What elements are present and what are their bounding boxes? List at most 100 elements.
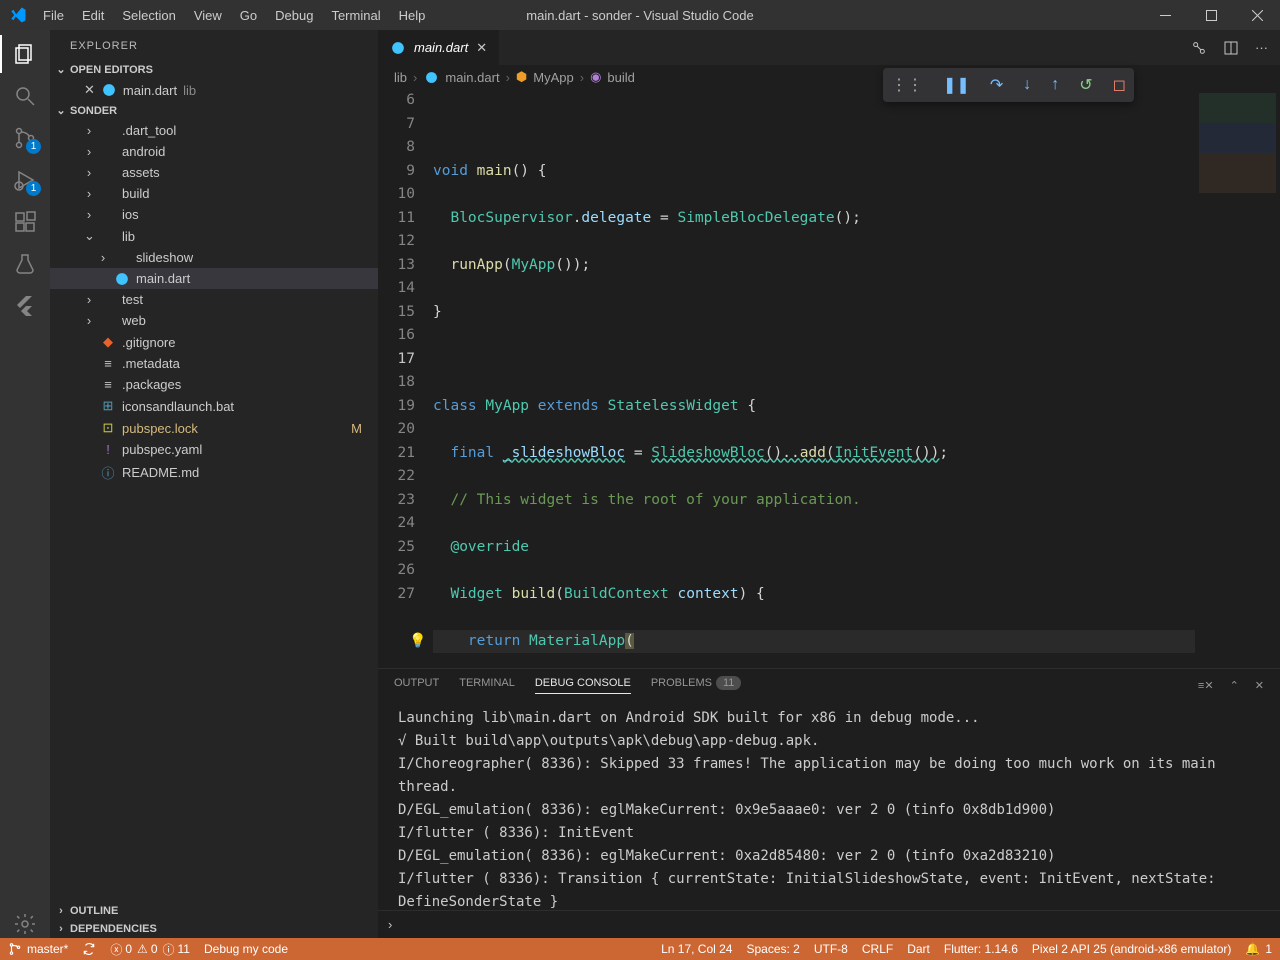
tree-item-test[interactable]: ›test (50, 289, 378, 310)
maximize-button[interactable] (1188, 0, 1234, 30)
lightbulb-icon[interactable]: 💡 (409, 630, 426, 654)
panel-close-icon[interactable]: ✕ (1255, 679, 1264, 692)
dart-icon (390, 41, 406, 55)
tab-terminal[interactable]: TERMINAL (459, 677, 515, 693)
menu-go[interactable]: Go (232, 4, 265, 27)
menu-debug[interactable]: Debug (267, 4, 321, 27)
tree-item-pubspec-lock[interactable]: ⊡pubspec.lockM (50, 417, 378, 439)
step-out-icon[interactable]: ↑ (1051, 76, 1059, 94)
tree-item-lib[interactable]: ⌄lib (50, 225, 378, 247)
dependencies-header[interactable]: ›DEPENDENCIES (50, 920, 378, 938)
tree-item-iconsandlaunch-bat[interactable]: ⊞iconsandlaunch.bat (50, 395, 378, 417)
split-editor-icon[interactable] (1223, 40, 1239, 56)
status-spaces[interactable]: Spaces: 2 (746, 942, 799, 956)
window-title: main.dart - sonder - Visual Studio Code (526, 8, 753, 23)
source-control-icon[interactable]: 1 (11, 124, 39, 152)
status-debug-config[interactable]: Debug my code (204, 942, 288, 956)
debug-icon[interactable]: 1 (11, 166, 39, 194)
tab-label: main.dart (414, 40, 468, 55)
extensions-icon[interactable] (11, 208, 39, 236)
menu-terminal[interactable]: Terminal (323, 4, 388, 27)
tree-item--metadata[interactable]: ≡.metadata (50, 353, 378, 374)
debug-console-input[interactable]: › (378, 910, 1280, 938)
tab-problems[interactable]: PROBLEMS11 (651, 677, 742, 693)
menu-edit[interactable]: Edit (74, 4, 112, 27)
bc-method[interactable]: build (607, 70, 634, 85)
flutter-icon[interactable] (11, 292, 39, 320)
open-editor-folder: lib (183, 83, 196, 98)
search-icon[interactable] (11, 82, 39, 110)
tree-item--packages[interactable]: ≡.packages (50, 374, 378, 395)
breadcrumb[interactable]: lib› main.dart› ⬢ MyApp› ◉ build (378, 65, 1280, 89)
panel-maximize-icon[interactable]: ⌃ (1230, 679, 1239, 692)
bc-file[interactable]: main.dart (445, 70, 499, 85)
bc-folder[interactable]: lib (394, 70, 407, 85)
menu-selection[interactable]: Selection (114, 4, 183, 27)
tree-item-pubspec-yaml[interactable]: !pubspec.yaml (50, 439, 378, 460)
close-button[interactable] (1234, 0, 1280, 30)
tree-item--gitignore[interactable]: ◆.gitignore (50, 331, 378, 353)
tree-item-main-dart[interactable]: main.dart (50, 268, 378, 289)
clear-console-icon[interactable]: ≡✕ (1198, 679, 1214, 692)
vscode-logo-icon (0, 6, 35, 24)
tab-debug-console[interactable]: DEBUG CONSOLE (535, 677, 631, 694)
settings-icon[interactable] (11, 910, 39, 938)
status-branch[interactable]: master* (8, 942, 68, 956)
status-encoding[interactable]: UTF-8 (814, 942, 848, 956)
tab-output[interactable]: OUTPUT (394, 677, 439, 693)
tree-item-build[interactable]: ›build (50, 183, 378, 204)
code-content[interactable]: void main() { BlocSupervisor.delegate = … (433, 89, 1195, 668)
status-device[interactable]: Pixel 2 API 25 (android-x86 emulator) (1032, 942, 1231, 956)
explorer-icon[interactable] (11, 40, 39, 68)
tree-item-web[interactable]: ›web (50, 310, 378, 331)
dart-icon (423, 71, 439, 84)
minimap[interactable] (1195, 89, 1280, 668)
minimize-button[interactable] (1142, 0, 1188, 30)
test-icon[interactable] (11, 250, 39, 278)
status-bar: master* ⓧ0 ⚠0 ⓘ11 Debug my code Ln 17, C… (0, 938, 1280, 960)
tab-main-dart[interactable]: main.dart ✕ (378, 30, 499, 65)
outline-header[interactable]: ›OUTLINE (50, 902, 378, 920)
menu-help[interactable]: Help (391, 4, 434, 27)
tab-close-icon[interactable]: ✕ (476, 40, 487, 56)
project-header[interactable]: ⌄SONDER (50, 101, 378, 120)
tree-item-android[interactable]: ›android (50, 141, 378, 162)
status-notifications-icon[interactable]: 🔔1 (1245, 942, 1272, 956)
more-icon[interactable]: ··· (1255, 40, 1268, 55)
stop-icon[interactable]: ◻ (1113, 75, 1126, 95)
method-icon: ◉ (590, 69, 601, 85)
tree-item-README-md[interactable]: ⓘREADME.md (50, 460, 378, 485)
tree-item-slideshow[interactable]: ›slideshow (50, 247, 378, 268)
drag-handle-icon[interactable]: ⋮⋮ (891, 75, 923, 95)
close-icon[interactable]: ✕ (84, 82, 95, 98)
status-language[interactable]: Dart (907, 942, 930, 956)
bottom-panel: OUTPUT TERMINAL DEBUG CONSOLE PROBLEMS11… (378, 668, 1280, 938)
status-sync-icon[interactable] (82, 942, 96, 956)
tree-item-assets[interactable]: ›assets (50, 162, 378, 183)
code-area[interactable]: 6789101112131415161718192021222324252627… (378, 89, 1280, 668)
status-cursor-pos[interactable]: Ln 17, Col 24 (661, 942, 732, 956)
status-eol[interactable]: CRLF (862, 942, 893, 956)
open-editors-header[interactable]: ⌄OPEN EDITORS (50, 60, 378, 79)
restart-icon[interactable]: ↺ (1079, 75, 1092, 95)
debug-toolbar[interactable]: ⋮⋮ ❚❚ ↷ ↓ ↑ ↺ ◻ (883, 68, 1134, 102)
status-problems[interactable]: ⓧ0 ⚠0 ⓘ11 (110, 941, 190, 958)
line-gutter[interactable]: 6789101112131415161718192021222324252627 (378, 89, 433, 668)
step-into-icon[interactable]: ↓ (1023, 76, 1031, 94)
compare-icon[interactable] (1191, 40, 1207, 56)
tree-item-ios[interactable]: ›ios (50, 204, 378, 225)
open-editor-item[interactable]: ✕ main.dart lib (50, 79, 378, 101)
dart-icon (101, 83, 117, 97)
sidebar-title: EXPLORER (50, 30, 378, 60)
step-over-icon[interactable]: ↷ (990, 75, 1003, 95)
editor: ⋮⋮ ❚❚ ↷ ↓ ↑ ↺ ◻ main.dart ✕ ··· lib› mai… (378, 30, 1280, 938)
menu-view[interactable]: View (186, 4, 230, 27)
debug-console-output[interactable]: Launching lib\main.dart on Android SDK b… (378, 701, 1280, 910)
activity-bar: 1 1 (0, 30, 50, 938)
pause-icon[interactable]: ❚❚ (943, 75, 970, 95)
open-editor-name: main.dart (123, 83, 177, 98)
bc-class[interactable]: MyApp (533, 70, 573, 85)
menu-file[interactable]: File (35, 4, 72, 27)
status-flutter[interactable]: Flutter: 1.14.6 (944, 942, 1018, 956)
tree-item--dart_tool[interactable]: ›.dart_tool (50, 120, 378, 141)
